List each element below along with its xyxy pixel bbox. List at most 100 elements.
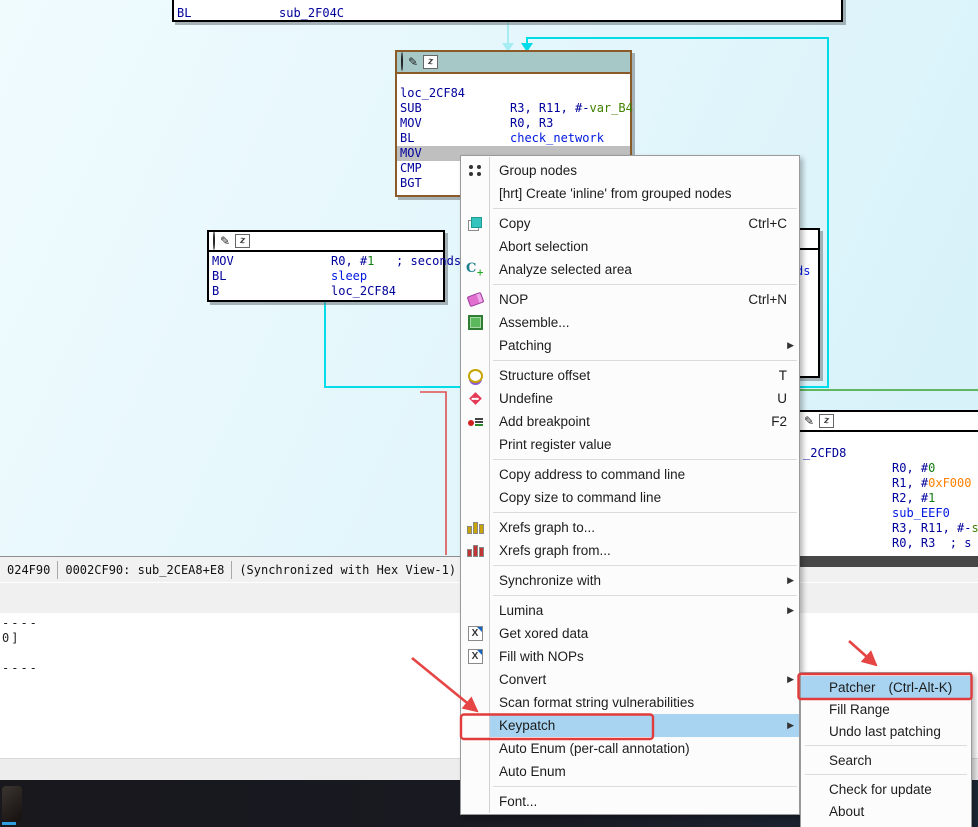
menu-item-label: Font...	[489, 794, 537, 809]
menu-item-label: Patcher	[829, 680, 876, 695]
menu-item-label: Xrefs graph to...	[489, 520, 595, 535]
xrefs-from-icon	[461, 539, 489, 562]
menu-item-font[interactable]: Font...	[461, 790, 799, 813]
node-header[interactable]: ✎z	[209, 232, 443, 252]
menu-item-undo-last-patching[interactable]: Undo last patching	[801, 720, 971, 742]
taskbar-app-icon[interactable]	[2, 786, 22, 821]
menu-item-auto-enum[interactable]: Auto Enum	[461, 760, 799, 783]
submenu-arrow-icon: ▶	[787, 674, 794, 685]
menu-item-fill-with-nops[interactable]: XFill with NOPs	[461, 645, 799, 668]
menu-item-structure-offset[interactable]: Structure offsetT	[461, 364, 799, 387]
color-wheel-icon[interactable]	[401, 53, 403, 71]
node-loc-2cfd8[interactable]: ✎z _2CFD8R0, #0R1, #0xF000R2, #1sub_EEF0…	[798, 410, 978, 560]
menu-item-search[interactable]: Search	[801, 749, 971, 771]
menu-item-label: Undefine	[489, 391, 553, 406]
menu-separator	[493, 208, 797, 209]
menu-item-print-register-value[interactable]: Print register value	[461, 433, 799, 456]
menu-item-lumina[interactable]: Lumina▶	[461, 599, 799, 622]
context-menu: Group nodes [hrt] Create 'inline' from gr…	[460, 155, 800, 815]
nops-icon: X	[461, 645, 489, 668]
menu-icon-spacer	[461, 668, 489, 691]
menu-item-label: Get xored data	[489, 626, 588, 641]
menu-item-scan-format-string-vulnerabilities[interactable]: Scan format string vulnerabilities	[461, 691, 799, 714]
node-sleep-loop[interactable]: ✎z MOVR0, #1 ; secondsBLsleepBloc_2CF84	[207, 230, 445, 302]
menu-item-patcher[interactable]: Patcher(Ctrl-Alt-K)	[801, 676, 971, 698]
menu-item-patching[interactable]: Patching ▶	[461, 334, 799, 357]
edit-pencil-icon[interactable]: ✎	[220, 232, 230, 250]
menu-separator	[493, 595, 797, 596]
node-header[interactable]: ✎z	[800, 412, 978, 432]
menu-item-keypatch[interactable]: Keypatch▶	[461, 714, 799, 737]
menu-item-group-nodes[interactable]: Group nodes	[461, 159, 799, 182]
menu-item-label: About	[829, 804, 864, 819]
status-segment: (Synchronized with Hex View-1)	[232, 561, 464, 579]
menu-item-get-xored-data[interactable]: XGet xored data	[461, 622, 799, 645]
menu-item-nop[interactable]: NOPCtrl+N	[461, 288, 799, 311]
menu-item-convert[interactable]: Convert▶	[461, 668, 799, 691]
menu-item-label: Structure offset	[489, 368, 590, 383]
submenu-arrow-icon: ▶	[787, 340, 794, 351]
menu-item-shortcut: U	[777, 391, 799, 406]
color-wheel-icon[interactable]	[213, 232, 215, 250]
edit-pencil-icon[interactable]: ✎	[408, 53, 418, 71]
code-line: SUBR3, R11, #-var_B4	[397, 101, 630, 116]
menu-item-synchronize-with[interactable]: Synchronize with▶	[461, 569, 799, 592]
screen: BLsub_2F04C ✎z loc_2CF84SUBR3, R11, #-va…	[0, 0, 978, 827]
menu-icon-spacer	[461, 691, 489, 714]
code-line: Bloc_2CF84	[209, 284, 443, 299]
menu-item-label: Analyze selected area	[489, 262, 632, 277]
code-line: MOVR0, R3	[397, 116, 630, 131]
frame-icon-icon[interactable]: z	[819, 414, 834, 428]
menu-item-shortcut: F2	[771, 414, 799, 429]
menu-item-label: [hrt] Create 'inline' from grouped nodes	[489, 186, 732, 201]
menu-icon-spacer	[461, 182, 489, 205]
menu-item-copy-address-to-command-line[interactable]: Copy address to command line	[461, 463, 799, 486]
menu-item-xrefs-graph-to[interactable]: Xrefs graph to...	[461, 516, 799, 539]
menu-item-add-breakpoint[interactable]: Add breakpointF2	[461, 410, 799, 433]
code-line: R0, #0	[800, 461, 978, 476]
menu-item-label: Copy address to command line	[489, 467, 685, 482]
frame-icon-icon[interactable]: z	[423, 55, 438, 69]
menu-item-check-for-update[interactable]: Check for update	[801, 778, 971, 800]
menu-item-shortcut: Ctrl+N	[748, 292, 799, 307]
menu-icon-spacer	[461, 334, 489, 357]
menu-item-label: Patching	[489, 338, 552, 353]
edit-pencil-icon[interactable]: ✎	[804, 412, 814, 430]
structure-offset-icon	[461, 364, 489, 387]
undefine-icon	[461, 387, 489, 410]
status-segment: 024F90	[0, 561, 58, 579]
menu-icon-spacer	[461, 569, 489, 592]
node-call-sub2f04c[interactable]: BLsub_2F04C	[172, 0, 843, 22]
menu-item-hrt-create-inline-from-grouped-nodes[interactable]: [hrt] Create 'inline' from grouped nodes	[461, 182, 799, 205]
menu-item-copy-size-to-command-line[interactable]: Copy size to command line	[461, 486, 799, 509]
node-header[interactable]: ✎z	[397, 52, 630, 74]
menu-item-label: Fill with NOPs	[489, 649, 584, 664]
menu-item-copy[interactable]: CopyCtrl+C	[461, 212, 799, 235]
xored-icon: X	[461, 622, 489, 645]
menu-item-label: Auto Enum (per-call annotation)	[489, 741, 690, 756]
menu-item-label: Print register value	[489, 437, 612, 452]
menu-item-xrefs-graph-from[interactable]: Xrefs graph from...	[461, 539, 799, 562]
menu-item-about[interactable]: About	[801, 800, 971, 822]
menu-item-auto-enum-per-call-annotation[interactable]: Auto Enum (per-call annotation)	[461, 737, 799, 760]
submenu-arrow-icon: ▶	[787, 575, 794, 586]
status-segment: 0002CF90: sub_2CEA8+E8	[58, 561, 232, 579]
menu-icon-spacer	[461, 599, 489, 622]
menu-item-label: Xrefs graph from...	[489, 543, 611, 558]
menu-item-assemble[interactable]: Assemble...	[461, 311, 799, 334]
menu-item-abort-selection[interactable]: Abort selection	[461, 235, 799, 258]
frame-icon-icon[interactable]: z	[235, 234, 250, 248]
menu-separator	[493, 459, 797, 460]
menu-item-fill-range[interactable]: Fill Range	[801, 698, 971, 720]
menu-item-analyze-selected-area[interactable]: C+Analyze selected area	[461, 258, 799, 281]
menu-icon-spacer	[461, 790, 489, 813]
menu-separator	[493, 284, 797, 285]
xrefs-to-icon	[461, 516, 489, 539]
nop-icon	[461, 288, 489, 311]
code-line: R0, R3 ; s	[800, 536, 978, 551]
code-listing: _2CFD8R0, #0R1, #0xF000R2, #1sub_EEF0R3,…	[800, 432, 978, 551]
menu-item-undefine[interactable]: Undefine U	[461, 387, 799, 410]
code-line: R1, #0xF000	[800, 476, 978, 491]
menu-separator	[493, 360, 797, 361]
menu-icon-spacer	[461, 463, 489, 486]
